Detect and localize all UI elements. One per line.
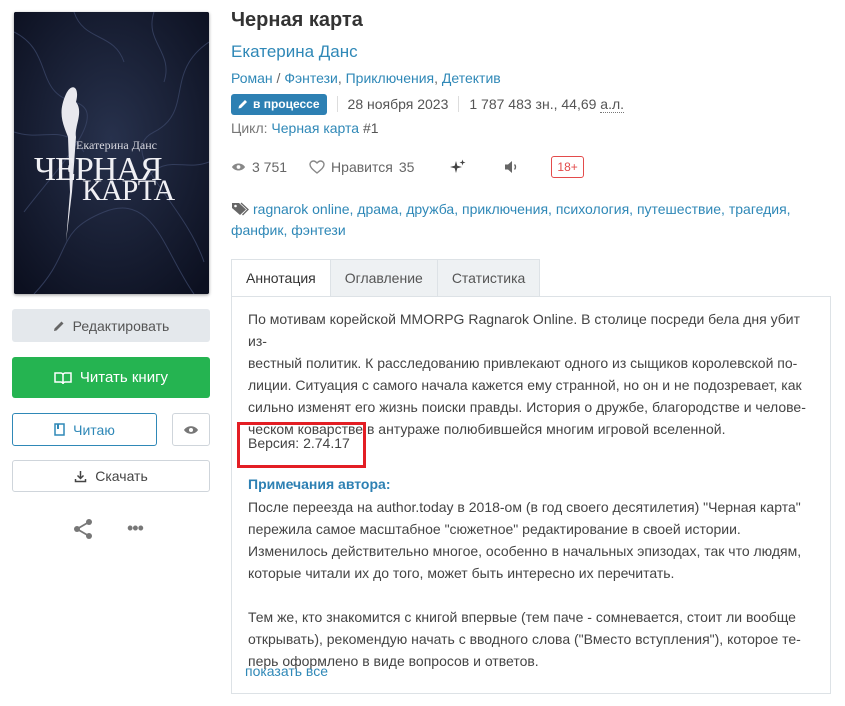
tag-link[interactable]: трагедия: [729, 201, 787, 217]
likes-value: 35: [398, 159, 415, 175]
size-unit[interactable]: а.л.: [600, 96, 625, 113]
publish-date: 28 ноября 2023: [347, 96, 449, 112]
genres: Роман / Фэнтези, Приключения, Детектив: [231, 70, 501, 86]
cover-title-line2: КАРТА: [82, 174, 176, 207]
genre-link[interactable]: Фэнтези: [284, 70, 338, 86]
annotation-line: вестный политик. К расследованию привлек…: [248, 355, 798, 371]
read-book-button[interactable]: Читать книгу: [12, 357, 210, 398]
author-notes-title: Примечания автора:: [248, 476, 391, 492]
pencil-icon: [53, 321, 64, 331]
book-meta: в процессе 28 ноября 2023 1 787 483 зн.,…: [231, 93, 625, 115]
tab-annotation[interactable]: Аннотация: [231, 259, 331, 297]
show-all-link[interactable]: показать все: [245, 663, 328, 679]
cycle-number: #1: [362, 120, 379, 136]
tags-list: ragnarok online, драма, дружба, приключе…: [231, 201, 791, 238]
annotation-line: сильно изменят его жизнь поиски правды. …: [248, 399, 806, 415]
genre-link[interactable]: Роман: [231, 70, 273, 86]
tag-link[interactable]: фанфик: [231, 222, 284, 238]
open-book-icon: [54, 371, 72, 384]
download-icon: [75, 470, 87, 482]
cycle-label: Цикл:: [231, 120, 268, 136]
annotation-line: лиции. Ситуация с самого начала кажется …: [248, 377, 802, 393]
heart-icon: [309, 160, 325, 174]
pencil-icon: [238, 100, 247, 109]
author-notes: После переезда на author.today в 2018-ом…: [248, 496, 818, 694]
notes-line: Тем же, кто знакомится с книгой впервые …: [248, 609, 796, 625]
book-stats: 3 751 Нравится 35 18+: [231, 156, 584, 178]
more-options-icon[interactable]: •••: [127, 519, 144, 537]
status-badge-label: в процессе: [253, 97, 320, 111]
eye-icon: [231, 163, 246, 171]
annotation-panel: По мотивам корейской MMORPG Ragnarok Onl…: [231, 296, 831, 694]
views-count: 3 751: [231, 159, 287, 175]
sparkles-icon[interactable]: [450, 159, 466, 175]
speaker-icon[interactable]: [504, 160, 520, 174]
tag-link[interactable]: драма: [357, 201, 398, 217]
notes-line: пережила самое масштабное "сюжетное" ред…: [248, 521, 741, 537]
tag-link[interactable]: психология: [556, 201, 629, 217]
tag-link[interactable]: путешествие: [637, 201, 721, 217]
eye-icon: [184, 425, 198, 434]
tab-statistics[interactable]: Статистика: [437, 259, 541, 297]
cover-author: Екатерина Данс: [76, 138, 157, 152]
tag-link[interactable]: ragnarok online: [253, 201, 350, 217]
genre-link[interactable]: Детектив: [442, 70, 501, 86]
annotation-line: По мотивам корейской MMORPG Ragnarok Onl…: [248, 311, 800, 349]
bookmark-book-icon: [54, 423, 65, 436]
tab-contents[interactable]: Оглавление: [330, 259, 438, 297]
notes-line: Изменилось действительно многое, особенн…: [248, 543, 802, 559]
edit-button[interactable]: Редактировать: [12, 309, 210, 342]
version-text: Версия: 2.74.17: [248, 435, 350, 451]
book-size: 1 787 483 зн., 44,69: [469, 96, 597, 112]
cover-art: Екатерина Данс ЧЕРНАЯ КАРТА: [14, 12, 209, 294]
book-title: Черная карта: [231, 9, 363, 31]
edit-button-label: Редактировать: [72, 317, 170, 334]
annotation-text: По мотивам корейской MMORPG Ragnarok Onl…: [248, 308, 816, 440]
book-author-link[interactable]: Екатерина Данс: [231, 42, 358, 62]
watch-button[interactable]: [172, 413, 210, 446]
cycle: Цикл: Черная карта #1: [231, 120, 379, 136]
age-rating-badge: 18+: [551, 156, 584, 178]
views-value: 3 751: [252, 159, 288, 175]
book-tabs: Аннотация Оглавление Статистика: [231, 259, 541, 297]
likes-label: Нравится: [331, 159, 393, 175]
share-icon[interactable]: [72, 518, 94, 540]
tag-link[interactable]: дружба: [406, 201, 454, 217]
download-button[interactable]: Скачать: [12, 460, 210, 492]
notes-line: После переезда на author.today в 2018-ом…: [248, 499, 801, 515]
cycle-link[interactable]: Черная карта: [271, 120, 359, 136]
reading-button[interactable]: Читаю: [12, 413, 157, 446]
tag-link[interactable]: фэнтези: [291, 222, 345, 238]
like-button[interactable]: Нравится 35: [309, 159, 414, 175]
notes-line: которые читали их до того, может быть ин…: [248, 565, 675, 581]
genre-link[interactable]: Приключения: [346, 70, 435, 86]
download-label: Скачать: [95, 468, 148, 484]
read-book-label: Читать книгу: [79, 369, 169, 386]
tags-icon: [232, 202, 249, 216]
tag-link[interactable]: приключения: [462, 201, 548, 217]
notes-line: открывать), рекомендую начать с вводного…: [248, 631, 801, 647]
book-cover[interactable]: Екатерина Данс ЧЕРНАЯ КАРТА: [14, 12, 209, 294]
reading-label: Читаю: [73, 421, 115, 438]
status-badge: в процессе: [231, 93, 327, 115]
